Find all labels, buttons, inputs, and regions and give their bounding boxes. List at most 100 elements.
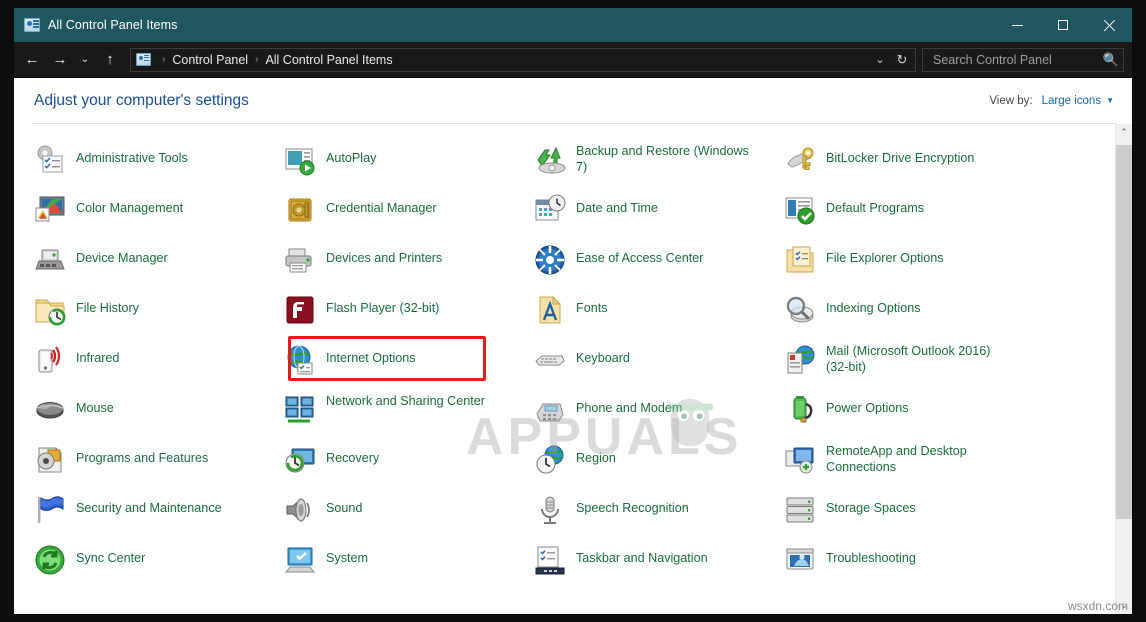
view-by-value[interactable]: Large icons (1042, 95, 1101, 107)
view-by-control[interactable]: View by: Large icons ▼ (989, 95, 1114, 107)
control-panel-item-label[interactable]: Internet Options (326, 343, 416, 366)
control-panel-item-label[interactable]: Power Options (826, 393, 909, 416)
breadcrumb-control-panel[interactable]: Control Panel (170, 53, 250, 67)
search-input[interactable] (931, 52, 1099, 68)
control-panel-item-label[interactable]: Credential Manager (326, 193, 437, 216)
up-button[interactable]: ↑ (96, 46, 124, 74)
control-panel-item[interactable]: System (284, 541, 534, 591)
address-dropdown-icon[interactable]: ⌄ (869, 49, 891, 71)
control-panel-item-label[interactable]: Date and Time (576, 193, 658, 216)
control-panel-item[interactable]: Storage Spaces (784, 491, 1034, 541)
control-panel-item[interactable]: Date and Time (534, 191, 784, 241)
control-panel-item[interactable]: Speech Recognition (534, 491, 784, 541)
control-panel-item-label[interactable]: Recovery (326, 443, 379, 466)
control-panel-item-label[interactable]: Security and Maintenance (76, 493, 222, 516)
control-panel-item-label[interactable]: Mail (Microsoft Outlook 2016) (32-bit) (826, 343, 1004, 375)
control-panel-item[interactable]: Administrative Tools (34, 141, 284, 191)
ease-of-access-icon (534, 244, 566, 276)
minimize-button[interactable] (994, 8, 1040, 42)
control-panel-item[interactable]: Infrared (34, 341, 284, 391)
control-panel-item-label[interactable]: Storage Spaces (826, 493, 916, 516)
flash-player-icon (284, 294, 316, 326)
control-panel-item[interactable]: Fonts (534, 291, 784, 341)
recent-locations-button[interactable]: ⌄ (74, 46, 96, 74)
control-panel-item[interactable]: Backup and Restore (Windows 7) (534, 141, 784, 191)
control-panel-item[interactable]: File History (34, 291, 284, 341)
scrollbar-thumb[interactable] (1116, 145, 1132, 519)
control-panel-item-label[interactable]: AutoPlay (326, 143, 376, 166)
control-panel-item-label[interactable]: BitLocker Drive Encryption (826, 143, 974, 166)
control-panel-item[interactable]: Security and Maintenance (34, 491, 284, 541)
forward-button[interactable]: → (46, 46, 74, 74)
control-panel-item-label[interactable]: Sync Center (76, 543, 145, 566)
control-panel-item[interactable]: Mouse (34, 391, 284, 441)
control-panel-item[interactable]: Indexing Options (784, 291, 1034, 341)
control-panel-item-label[interactable]: Troubleshooting (826, 543, 916, 566)
control-panel-item[interactable]: Mail (Microsoft Outlook 2016) (32-bit) (784, 341, 1034, 391)
control-panel-item[interactable]: Default Programs (784, 191, 1034, 241)
control-panel-item-label[interactable]: Programs and Features (76, 443, 208, 466)
control-panel-item[interactable]: BitLocker Drive Encryption (784, 141, 1034, 191)
control-panel-item[interactable]: Ease of Access Center (534, 241, 784, 291)
control-panel-item-label[interactable]: Sound (326, 493, 362, 516)
vertical-scrollbar[interactable]: ⌃ ⌄ (1115, 124, 1132, 614)
control-panel-item-label[interactable]: File Explorer Options (826, 243, 944, 266)
control-panel-item-label[interactable]: Taskbar and Navigation (576, 543, 708, 566)
control-panel-item-label[interactable]: Color Management (76, 193, 183, 216)
control-panel-item-label[interactable]: System (326, 543, 368, 566)
control-panel-item-label[interactable]: Network and Sharing Center (326, 393, 485, 409)
control-panel-item[interactable]: Power Options (784, 391, 1034, 441)
control-panel-item-label[interactable]: Mouse (76, 393, 114, 416)
maximize-button[interactable] (1040, 8, 1086, 42)
control-panel-item[interactable]: Color Management (34, 191, 284, 241)
control-panel-item-label[interactable]: Default Programs (826, 193, 924, 216)
control-panel-item[interactable]: Region (534, 441, 784, 491)
control-panel-item-label[interactable]: Administrative Tools (76, 143, 188, 166)
control-panel-item[interactable]: Internet Options (284, 341, 534, 391)
chevron-down-icon[interactable]: ▼ (1106, 96, 1114, 105)
close-button[interactable] (1086, 8, 1132, 42)
back-button[interactable]: ← (18, 46, 46, 74)
search-icon[interactable]: 🔍 (1099, 52, 1119, 68)
control-panel-item[interactable]: Taskbar and Navigation (534, 541, 784, 591)
control-panel-item-label[interactable]: Backup and Restore (Windows 7) (576, 143, 754, 175)
control-panel-item-label[interactable]: RemoteApp and Desktop Connections (826, 443, 1004, 475)
address-bar[interactable]: › Control Panel › All Control Panel Item… (130, 48, 916, 72)
control-panel-item-label[interactable]: Region (576, 443, 616, 466)
control-panel-item[interactable]: Device Manager (34, 241, 284, 291)
mail-outlook-icon (784, 344, 816, 376)
refresh-icon[interactable]: ↻ (891, 49, 913, 71)
scroll-up-button[interactable]: ⌃ (1116, 124, 1132, 141)
control-panel-item-label[interactable]: Flash Player (32-bit) (326, 293, 439, 316)
control-panel-item-label[interactable]: Infrared (76, 343, 119, 366)
view-by-label: View by: (989, 95, 1032, 107)
control-panel-item-label[interactable]: Speech Recognition (576, 493, 689, 516)
control-panel-item[interactable]: Devices and Printers (284, 241, 534, 291)
control-panel-item-label[interactable]: File History (76, 293, 139, 316)
control-panel-item[interactable]: Keyboard (534, 341, 784, 391)
control-panel-item[interactable]: Credential Manager (284, 191, 534, 241)
search-box[interactable]: 🔍 (922, 48, 1124, 72)
control-panel-item[interactable]: Recovery (284, 441, 534, 491)
control-panel-item-label[interactable]: Indexing Options (826, 293, 921, 316)
control-panel-item[interactable]: AutoPlay (284, 141, 534, 191)
scrollbar-track[interactable] (1116, 141, 1132, 597)
control-panel-item[interactable]: Phone and Modem (534, 391, 784, 441)
control-panel-item-label[interactable]: Device Manager (76, 243, 168, 266)
control-panel-item-label[interactable]: Phone and Modem (576, 393, 682, 416)
control-panel-item[interactable]: Troubleshooting (784, 541, 1034, 591)
control-panel-item-label[interactable]: Devices and Printers (326, 243, 442, 266)
control-panel-item[interactable]: RemoteApp and Desktop Connections (784, 441, 1034, 491)
control-panel-item[interactable]: Sound (284, 491, 534, 541)
control-panel-item[interactable]: File Explorer Options (784, 241, 1034, 291)
breadcrumb-all-control-panel-items[interactable]: All Control Panel Items (263, 53, 394, 67)
control-panel-item-label[interactable]: Ease of Access Center (576, 243, 703, 266)
scroll-down-button[interactable]: ⌄ (1116, 597, 1132, 614)
control-panel-item-label[interactable]: Fonts (576, 293, 608, 316)
control-panel-item[interactable]: Network and Sharing Center (284, 391, 534, 441)
control-panel-item[interactable]: Programs and Features (34, 441, 284, 491)
control-panel-item[interactable]: Sync Center (34, 541, 284, 591)
control-panel-item[interactable]: Flash Player (32-bit) (284, 291, 534, 341)
control-panel-item-label[interactable]: Keyboard (576, 343, 630, 366)
bitlocker-icon (784, 144, 816, 176)
